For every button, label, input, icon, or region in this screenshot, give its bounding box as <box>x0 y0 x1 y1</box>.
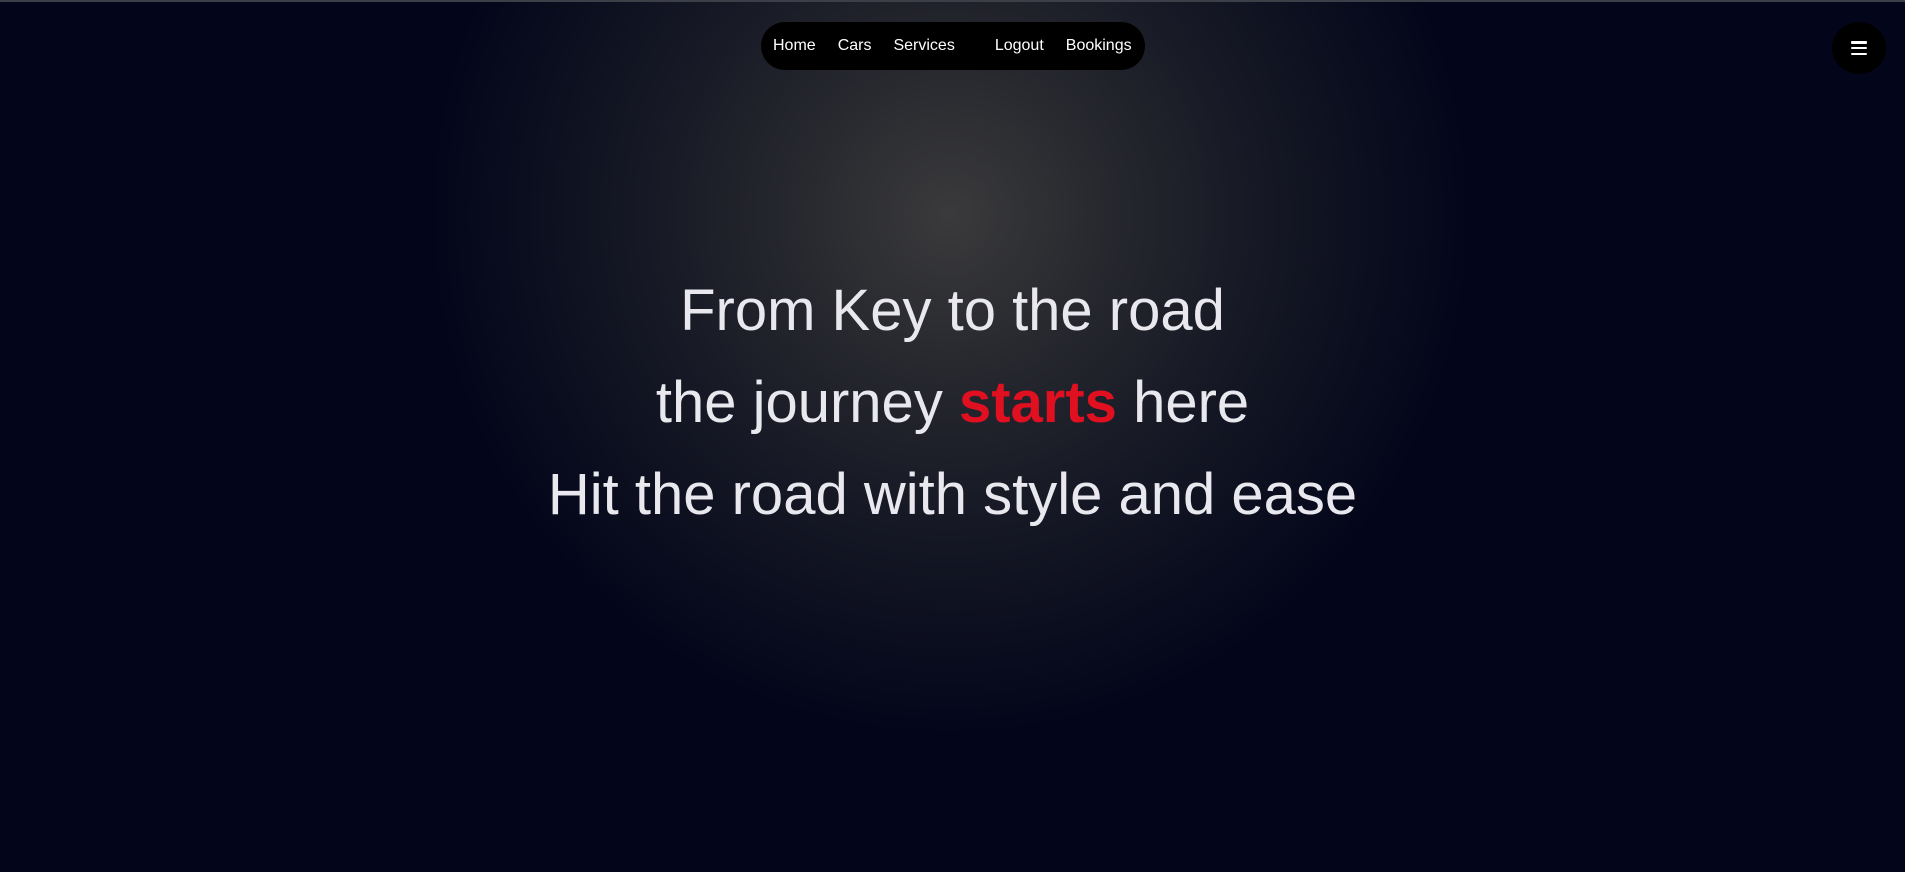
nav-link-home[interactable]: Home <box>773 37 816 55</box>
nav-link-cars[interactable]: Cars <box>838 37 872 55</box>
hero-line-1: From Key to the road <box>680 278 1225 343</box>
hero-accent-word: starts <box>958 370 1117 435</box>
hero-line-2: the journey starts here <box>0 357 1905 449</box>
nav-link-logout[interactable]: Logout <box>995 37 1044 55</box>
hero-line-2-end: here <box>1133 370 1250 435</box>
main-navbar: Home Cars Services Logout Bookings <box>761 22 1145 70</box>
hamburger-menu-icon <box>1851 41 1867 55</box>
hero-line-3: Hit the road with style and ease <box>547 462 1358 527</box>
top-border <box>0 0 1905 2</box>
nav-link-services[interactable]: Services <box>893 37 954 55</box>
hero-section: From Key to the road the journey starts … <box>0 265 1905 541</box>
hero-line-2-start: the journey <box>655 370 943 435</box>
menu-button[interactable] <box>1832 22 1886 74</box>
nav-link-bookings[interactable]: Bookings <box>1066 37 1132 55</box>
